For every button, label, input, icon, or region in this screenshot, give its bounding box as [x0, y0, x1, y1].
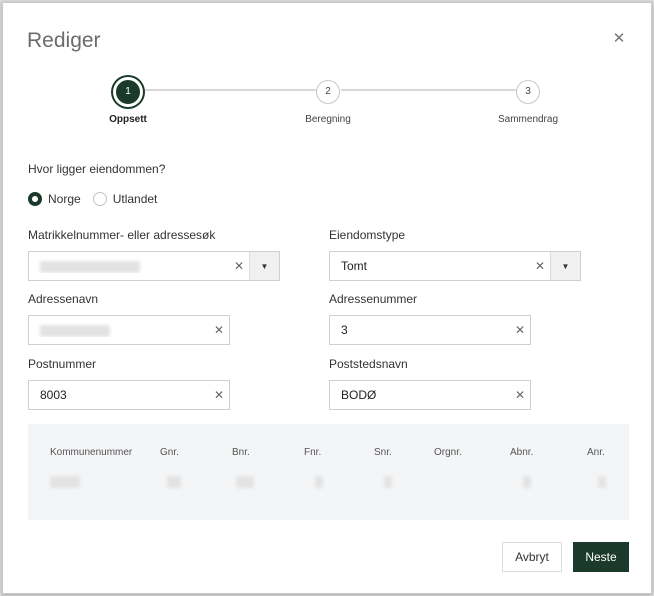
- th-snr: Snr.: [374, 447, 392, 458]
- property-type-label: Eiendomstype: [329, 228, 406, 242]
- cell-redacted: [167, 476, 181, 488]
- postal-place-input[interactable]: BODØ ✕: [329, 380, 531, 410]
- th-fnr: Fnr.: [304, 447, 322, 458]
- street-name-input[interactable]: ✕: [28, 315, 230, 345]
- cell-redacted: [384, 476, 392, 488]
- street-name-value-redacted: [29, 323, 209, 337]
- caret-down-icon[interactable]: ▼: [550, 252, 580, 280]
- close-icon[interactable]: ✕: [611, 31, 627, 47]
- postal-place-label: Poststedsnavn: [329, 357, 408, 371]
- postal-code-label: Postnummer: [28, 357, 97, 371]
- street-number-label: Adressenummer: [329, 292, 418, 306]
- th-abnr: Abnr.: [510, 447, 534, 458]
- postal-place-value: BODØ: [341, 388, 377, 402]
- postal-code-value: 8003: [40, 388, 67, 402]
- radio-norge-label: Norge: [48, 192, 81, 206]
- cadastral-table: Kommunenummer Gnr. Bnr. Fnr. Snr. Orgnr.…: [28, 424, 629, 520]
- cell-redacted: [50, 476, 80, 488]
- clear-icon[interactable]: ✕: [510, 388, 530, 402]
- caret-down-icon[interactable]: ▼: [249, 252, 279, 280]
- th-kommunenummer: Kommunenummer: [50, 447, 133, 458]
- dialog-title: Rediger: [27, 29, 101, 52]
- radio-selected-icon: [28, 192, 42, 206]
- search-input[interactable]: ✕ ▼: [28, 251, 280, 281]
- location-question: Hvor ligger eiendommen?: [28, 162, 166, 176]
- step-1-label: Oppsett: [109, 114, 147, 125]
- search-label: Matrikkelnummer- eller adressesøk: [28, 228, 216, 242]
- step-3-label: Sammendrag: [497, 114, 559, 125]
- clear-icon[interactable]: ✕: [209, 323, 229, 337]
- step-3-circle: 3: [516, 80, 540, 104]
- clear-icon[interactable]: ✕: [510, 323, 530, 337]
- th-bnr: Bnr.: [232, 447, 250, 458]
- postal-code-input[interactable]: 8003 ✕: [28, 380, 230, 410]
- stepper-line: [341, 89, 517, 91]
- step-2-circle: 2: [316, 80, 340, 104]
- next-button[interactable]: Neste: [573, 542, 629, 572]
- property-type-value: Tomt: [341, 259, 368, 273]
- property-type-select[interactable]: Tomt ✕ ▼: [329, 251, 581, 281]
- th-gnr: Gnr.: [160, 447, 179, 458]
- cell-redacted: [236, 476, 254, 488]
- step-1-circle: 1: [116, 80, 140, 104]
- street-number-value: 3: [341, 323, 348, 337]
- th-orgnr: Orgnr.: [434, 447, 462, 458]
- stepper-line: [141, 89, 317, 91]
- radio-utlandet-label: Utlandet: [112, 192, 158, 206]
- location-radio-group: Norge Utlandet: [28, 192, 157, 206]
- clear-icon[interactable]: ✕: [209, 388, 229, 402]
- cell-redacted: [315, 476, 323, 488]
- clear-icon[interactable]: ✕: [229, 259, 249, 273]
- cell-redacted: [523, 476, 531, 488]
- cancel-button[interactable]: Avbryt: [502, 542, 562, 572]
- search-value-redacted: [29, 259, 229, 273]
- step-2-label: Beregning: [305, 114, 351, 125]
- radio-utlandet[interactable]: Utlandet: [92, 192, 158, 206]
- cell-redacted: [598, 476, 606, 488]
- clear-icon[interactable]: ✕: [530, 259, 550, 273]
- radio-unselected-icon: [92, 192, 107, 206]
- street-name-label: Adressenavn: [28, 292, 99, 306]
- edit-dialog: Rediger ✕ 1 2 3 Oppsett Beregning Sammen…: [2, 2, 652, 594]
- th-anr: Anr.: [587, 447, 605, 458]
- radio-norge[interactable]: Norge: [28, 192, 81, 206]
- street-number-input[interactable]: 3 ✕: [329, 315, 531, 345]
